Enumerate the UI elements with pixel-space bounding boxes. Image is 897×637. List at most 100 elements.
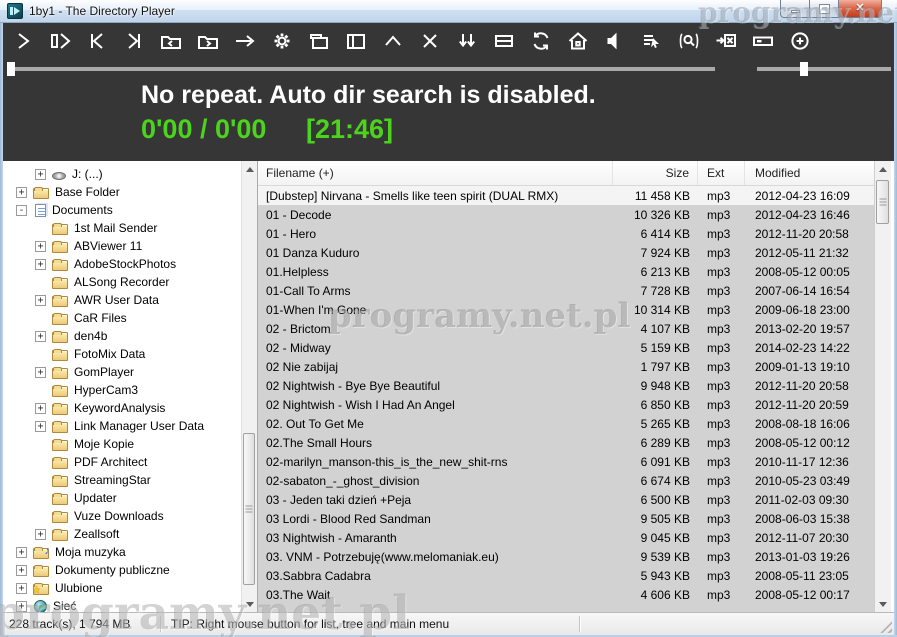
list-scrollbar[interactable]	[874, 161, 891, 612]
column-header-ext[interactable]: Ext	[698, 161, 745, 185]
maximize-button[interactable]	[810, 0, 838, 18]
tree-item[interactable]: -Documents	[3, 201, 241, 219]
volume-handle[interactable]	[800, 62, 808, 76]
tree-item[interactable]: +GomPlayer	[3, 363, 241, 381]
column-header-filename[interactable]: Filename (+)	[258, 161, 613, 185]
close-button[interactable]: ✕	[838, 0, 882, 18]
scroll-up-icon[interactable]	[242, 161, 257, 177]
expand-icon[interactable]: +	[35, 295, 46, 306]
expand-icon[interactable]: +	[16, 187, 27, 198]
collapse-up-icon[interactable]	[381, 29, 405, 53]
tree-scrollbar[interactable]	[241, 161, 257, 612]
list-row[interactable]: 02 - Midway5 159 KBmp32014-02-23 14:22	[258, 338, 875, 357]
tree-item[interactable]: Vuze Downloads	[3, 507, 241, 525]
tree-item[interactable]: FotoMix Data	[3, 345, 241, 363]
scroll-down-icon[interactable]	[455, 29, 479, 53]
list-row[interactable]: 03.Sabbra Cadabra5 943 KBmp32008-05-11 2…	[258, 566, 875, 585]
tree-item[interactable]: ALSong Recorder	[3, 273, 241, 291]
list-row[interactable]: 03 - Jeden taki dzień +Peja6 500 KBmp320…	[258, 490, 875, 509]
resize-grip[interactable]	[879, 620, 892, 633]
goto-exit-icon[interactable]	[714, 29, 738, 53]
tree-scroll-thumb[interactable]	[243, 433, 255, 585]
expand-icon[interactable]: +	[16, 601, 27, 612]
home-icon[interactable]	[566, 29, 590, 53]
settings-gear-icon[interactable]	[270, 29, 294, 53]
play-next-icon[interactable]	[48, 29, 72, 53]
tree-item[interactable]: +Dokumenty publiczne	[3, 561, 241, 579]
list-row[interactable]: 01 Danza Kuduro7 924 KBmp32012-05-11 21:…	[258, 243, 875, 262]
dir-next-icon[interactable]	[196, 29, 220, 53]
expand-icon[interactable]: +	[35, 421, 46, 432]
list-row[interactable]: 02 Nie zabijaj1 797 KBmp32009-01-13 19:1…	[258, 357, 875, 376]
tree-item[interactable]: +Moja muzyka	[3, 543, 241, 561]
scroll-up-icon[interactable]	[875, 161, 891, 177]
tree-item[interactable]: +Ulubione	[3, 579, 241, 597]
volume-slider[interactable]	[757, 67, 891, 71]
list-row[interactable]: 01.Helpless6 213 KBmp32008-05-12 00:05	[258, 262, 875, 281]
column-header-size[interactable]: Size	[613, 161, 698, 185]
tree-item[interactable]: +Link Manager User Data	[3, 417, 241, 435]
expand-icon[interactable]: +	[35, 259, 46, 270]
list-row[interactable]: 02 - Brictom4 107 KBmp32013-02-20 19:57	[258, 319, 875, 338]
go-first-icon[interactable]	[85, 29, 109, 53]
list-row[interactable]: 02 Nightwish - Wish I Had An Angel6 850 …	[258, 395, 875, 414]
list-row[interactable]: 02.The Small Hours6 289 KBmp32008-05-12 …	[258, 433, 875, 452]
tree-item[interactable]: +Sieć	[3, 597, 241, 612]
tree-item[interactable]: +Base Folder	[3, 183, 241, 201]
collapse-icon[interactable]: -	[16, 205, 27, 216]
tree-item[interactable]: CaR Files	[3, 309, 241, 327]
tree-item[interactable]: +den4b	[3, 327, 241, 345]
split-horizontal-icon[interactable]	[492, 29, 516, 53]
continue-arrow-icon[interactable]	[233, 29, 257, 53]
list-row[interactable]: 02-marilyn_manson-this_is_the_new_shit-r…	[258, 452, 875, 471]
tree-item[interactable]: +AWR User Data	[3, 291, 241, 309]
expand-icon[interactable]: +	[35, 331, 46, 342]
play-icon[interactable]	[11, 29, 35, 53]
scroll-down-icon[interactable]	[875, 596, 891, 612]
list-row[interactable]: 02 Nightwish - Bye Bye Beautiful9 948 KB…	[258, 376, 875, 395]
tree-item[interactable]: +ABViewer 11	[3, 237, 241, 255]
mini-player-icon[interactable]	[751, 29, 775, 53]
window-top-panel-icon[interactable]	[307, 29, 331, 53]
tree-item[interactable]: 1st Mail Sender	[3, 219, 241, 237]
go-last-icon[interactable]	[122, 29, 146, 53]
tree-item[interactable]: HyperCam3	[3, 381, 241, 399]
tree-item[interactable]: Updater	[3, 489, 241, 507]
list-row[interactable]: 01-When I'm Gone10 314 KBmp32009-06-18 2…	[258, 300, 875, 319]
window-titlebar[interactable]: 1by1 - The Directory Player	[0, 0, 897, 23]
list-row[interactable]: 01 - Hero6 414 KBmp32012-11-20 20:58	[258, 224, 875, 243]
expand-icon[interactable]: +	[35, 241, 46, 252]
list-row[interactable]: 03.The Wait4 606 KBmp32008-05-12 00:17	[258, 585, 875, 604]
list-row[interactable]: [Dubstep] Nirvana - Smells like teen spi…	[258, 186, 875, 205]
expand-icon[interactable]: +	[16, 565, 27, 576]
refresh-icon[interactable]	[529, 29, 553, 53]
expand-icon[interactable]: +	[35, 403, 46, 414]
list-row[interactable]: 03 Lordi - Blood Red Sandman9 505 KBmp32…	[258, 509, 875, 528]
tree-item[interactable]: StreamingStar	[3, 471, 241, 489]
expand-icon[interactable]: +	[16, 547, 27, 558]
seek-handle[interactable]	[7, 62, 15, 76]
list-scroll-thumb[interactable]	[876, 180, 889, 224]
tree-item[interactable]: Moje Kopie	[3, 435, 241, 453]
window-left-panel-icon[interactable]	[344, 29, 368, 53]
list-row[interactable]: 03 Nightwish - Amaranth9 045 KBmp32012-1…	[258, 528, 875, 547]
expand-icon[interactable]: +	[16, 583, 27, 594]
close-x-icon[interactable]	[418, 29, 442, 53]
scroll-down-icon[interactable]	[242, 596, 257, 612]
tree-item[interactable]: +AdobeStockPhotos	[3, 255, 241, 273]
list-row[interactable]: 02-sabaton_-_ghost_division6 674 KBmp320…	[258, 471, 875, 490]
volume-speaker-icon[interactable]	[603, 29, 627, 53]
list-menu-cursor-icon[interactable]	[640, 29, 664, 53]
tree-item[interactable]: +Zeallsoft	[3, 525, 241, 543]
expand-icon[interactable]: +	[35, 529, 46, 540]
tree-item[interactable]: +J: (...)	[3, 165, 241, 183]
expand-icon[interactable]: +	[35, 367, 46, 378]
tree-item[interactable]: PDF Architect	[3, 453, 241, 471]
column-header-modified[interactable]: Modified	[745, 161, 875, 185]
seek-slider[interactable]	[9, 67, 715, 71]
list-row[interactable]: 02. Out To Get Me5 265 KBmp32008-08-18 1…	[258, 414, 875, 433]
dir-previous-icon[interactable]	[159, 29, 183, 53]
add-plus-icon[interactable]	[788, 29, 812, 53]
list-row[interactable]: 01-Call To Arms7 728 KBmp32007-06-14 16:…	[258, 281, 875, 300]
tree-item[interactable]: +KeywordAnalysis	[3, 399, 241, 417]
